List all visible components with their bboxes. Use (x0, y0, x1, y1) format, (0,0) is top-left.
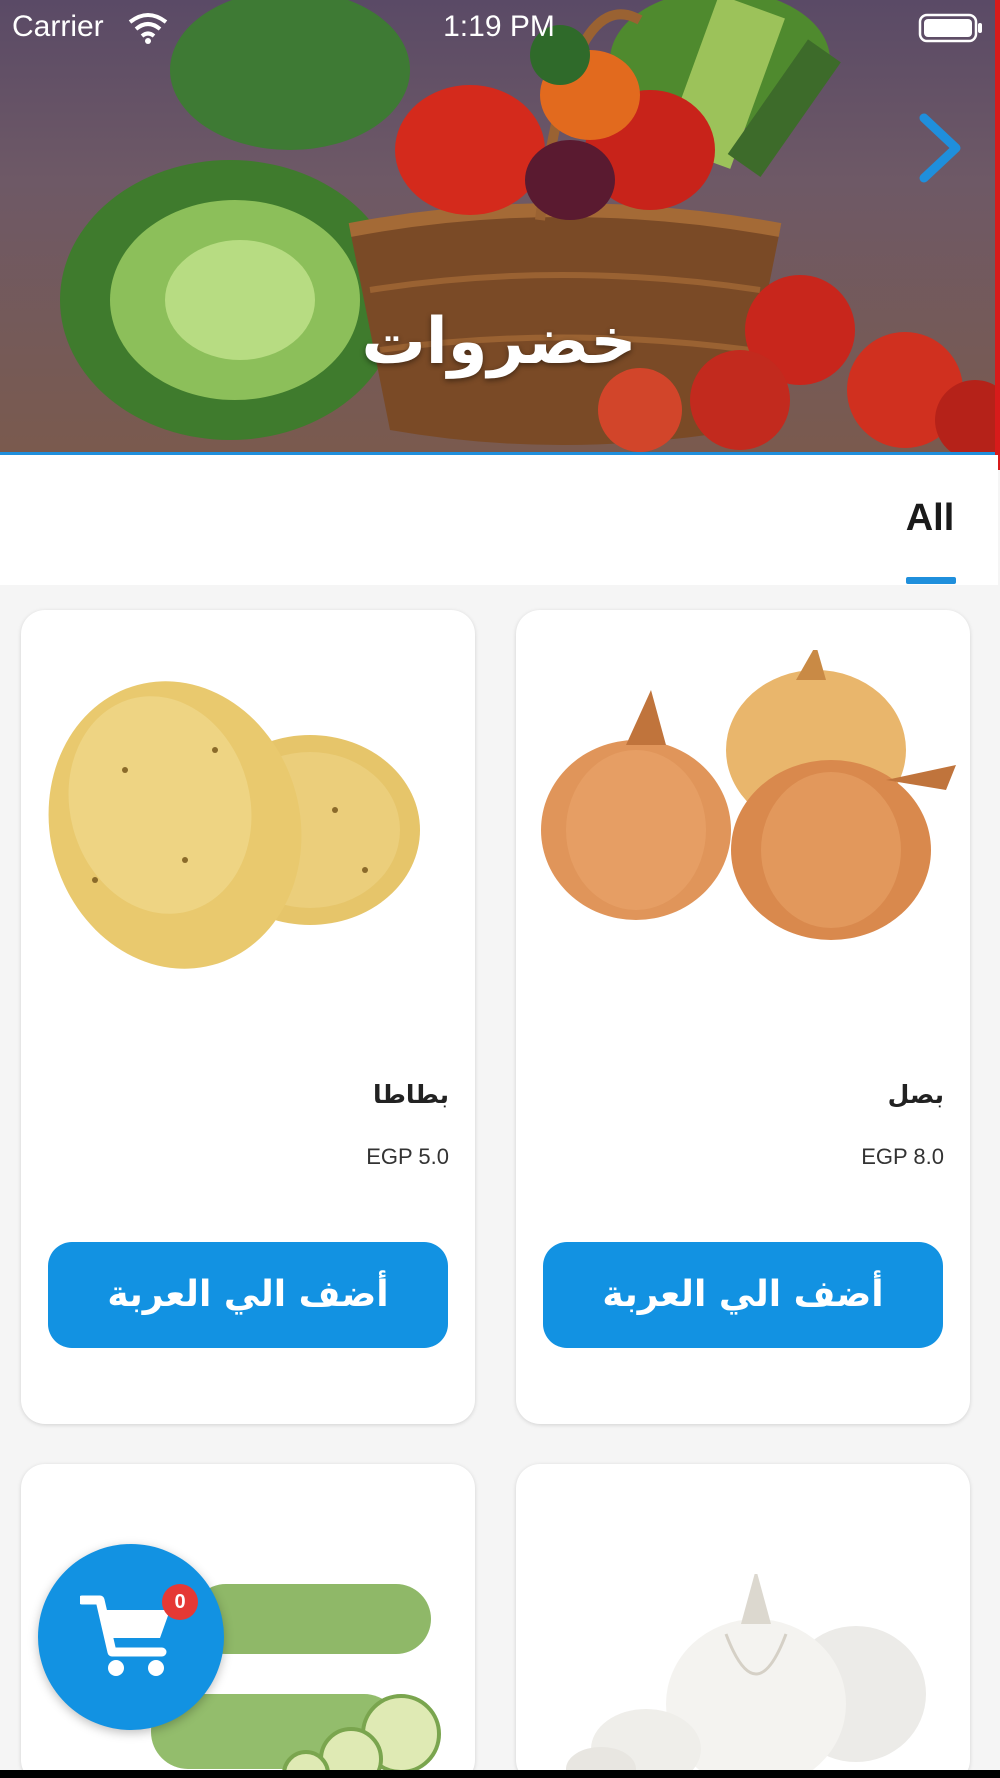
product-name: بطاطا (372, 1080, 449, 1109)
product-price: EGP 8.0 (861, 1144, 944, 1169)
vegetable-basket-image (60, 0, 998, 452)
product-image-potato (48, 681, 420, 969)
category-title: خضروات (361, 305, 637, 379)
product-card-garlic[interactable] (516, 1464, 970, 1778)
product-card-onion[interactable]: بصل EGP 8.0 أضف الي العربة (516, 610, 970, 1424)
category-screen: Carrier 1:19 PM خضروات All بصل EGP 8.0 أ… (0, 0, 1000, 1778)
shopping-cart-icon (80, 1595, 170, 1676)
category-banner: Carrier 1:19 PM خضروات (0, 0, 998, 452)
add-to-cart-button[interactable]: أضف الي العربة (543, 1242, 943, 1348)
cart-count-badge: 0 (162, 1584, 198, 1620)
battery-icon (918, 13, 982, 43)
tab-selected-indicator (906, 577, 956, 584)
chevron-right-icon[interactable] (916, 112, 964, 184)
cart-button[interactable]: 0 (38, 1544, 224, 1730)
status-bar: Carrier 1:19 PM (0, 0, 998, 56)
product-image-garlic (566, 1574, 926, 1778)
screen-bottom-edge (0, 1770, 1000, 1778)
edge-marker (995, 0, 1000, 470)
status-time: 1:19 PM (443, 10, 555, 43)
tab-all[interactable]: All (880, 497, 980, 540)
product-price: EGP 5.0 (366, 1144, 449, 1169)
product-image-onion (541, 650, 956, 940)
add-to-cart-button[interactable]: أضف الي العربة (48, 1242, 448, 1348)
product-name: بصل (887, 1080, 944, 1109)
product-card-potato[interactable]: بطاطا EGP 5.0 أضف الي العربة (21, 610, 475, 1424)
subcategory-tabs: All (0, 455, 998, 585)
